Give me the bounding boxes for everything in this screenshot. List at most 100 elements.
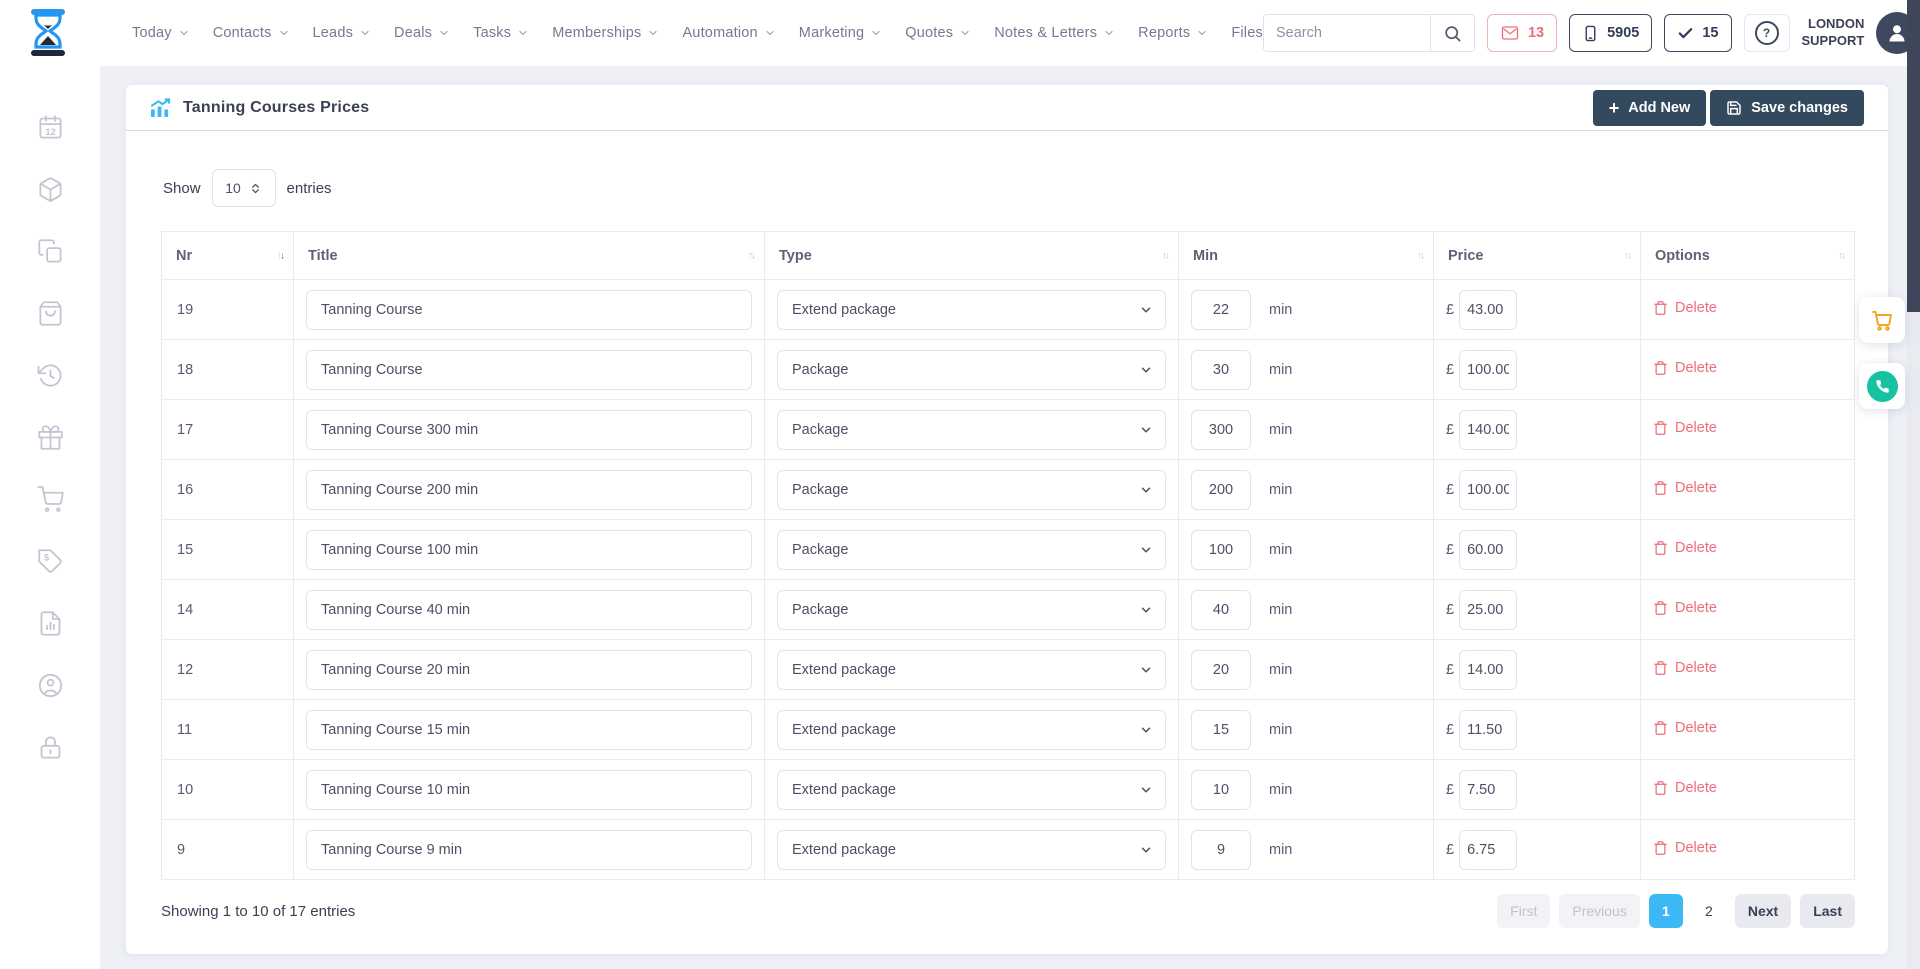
copy-icon[interactable]	[37, 238, 64, 265]
lock-icon[interactable]	[37, 734, 64, 761]
price-input[interactable]	[1459, 770, 1517, 810]
nav-item-notes-letters[interactable]: Notes & Letters	[994, 25, 1115, 41]
add-new-button[interactable]: + Add New	[1593, 90, 1707, 126]
price-input[interactable]	[1459, 650, 1517, 690]
badge-check-button[interactable]: 15	[1664, 14, 1731, 52]
type-select[interactable]: Package	[777, 350, 1166, 390]
delete-button[interactable]: Delete	[1653, 840, 1717, 856]
column-header-type[interactable]: Type↑↓	[765, 232, 1179, 280]
history-icon[interactable]	[37, 362, 64, 389]
min-input[interactable]	[1191, 770, 1251, 810]
nav-item-deals[interactable]: Deals	[394, 25, 450, 41]
price-input[interactable]	[1459, 530, 1517, 570]
table-row: 14 Package min £ Delete	[162, 580, 1855, 640]
floating-cart-button[interactable]	[1859, 297, 1905, 343]
title-input[interactable]	[306, 710, 752, 750]
bag-icon[interactable]	[37, 300, 64, 327]
type-select[interactable]: Package	[777, 530, 1166, 570]
type-select[interactable]: Extend package	[777, 710, 1166, 750]
floating-phone-button[interactable]	[1859, 363, 1905, 409]
scrollbar-thumb[interactable]	[1907, 0, 1920, 312]
cart-icon[interactable]	[37, 486, 64, 513]
type-select[interactable]: Package	[777, 470, 1166, 510]
nav-item-contacts[interactable]: Contacts	[213, 25, 290, 41]
price-tag-icon[interactable]: $	[37, 548, 64, 575]
title-input[interactable]	[306, 770, 752, 810]
column-header-nr[interactable]: Nr↑↓	[162, 232, 294, 280]
page-size-select[interactable]: 10	[212, 169, 276, 207]
nav-item-tasks[interactable]: Tasks	[473, 25, 529, 41]
pagination-page-2[interactable]: 2	[1692, 894, 1726, 928]
type-select[interactable]: Extend package	[777, 650, 1166, 690]
min-input[interactable]	[1191, 290, 1251, 330]
min-input[interactable]	[1191, 470, 1251, 510]
type-select[interactable]: Extend package	[777, 770, 1166, 810]
report-icon[interactable]	[37, 610, 64, 637]
nav-item-today[interactable]: Today	[132, 25, 190, 41]
delete-button[interactable]: Delete	[1653, 300, 1717, 316]
account-icon[interactable]	[37, 672, 64, 699]
delete-button[interactable]: Delete	[1653, 420, 1717, 436]
title-input[interactable]	[306, 290, 752, 330]
delete-button[interactable]: Delete	[1653, 600, 1717, 616]
price-input[interactable]	[1459, 470, 1517, 510]
column-header-price[interactable]: Price↑↓	[1434, 232, 1641, 280]
title-input[interactable]	[306, 410, 752, 450]
save-changes-button[interactable]: Save changes	[1710, 90, 1864, 126]
nav-item-leads[interactable]: Leads	[313, 25, 372, 41]
min-input[interactable]	[1191, 590, 1251, 630]
title-input[interactable]	[306, 830, 752, 870]
price-input[interactable]	[1459, 290, 1517, 330]
column-header-min[interactable]: Min↑↓	[1179, 232, 1434, 280]
type-select[interactable]: Extend package	[777, 830, 1166, 870]
price-input[interactable]	[1459, 350, 1517, 390]
delete-button[interactable]: Delete	[1653, 480, 1717, 496]
column-header-title[interactable]: Title↑↓	[294, 232, 765, 280]
type-select[interactable]: Package	[777, 410, 1166, 450]
min-input[interactable]	[1191, 830, 1251, 870]
nav-item-quotes[interactable]: Quotes	[905, 25, 971, 41]
svg-text:12: 12	[45, 127, 56, 138]
nav-item-marketing[interactable]: Marketing	[799, 25, 882, 41]
type-select[interactable]: Package	[777, 590, 1166, 630]
price-input[interactable]	[1459, 710, 1517, 750]
delete-button[interactable]: Delete	[1653, 540, 1717, 556]
price-input[interactable]	[1459, 410, 1517, 450]
badge-phone-button[interactable]: 5905	[1569, 14, 1652, 52]
nav-item-automation[interactable]: Automation	[682, 25, 775, 41]
delete-button[interactable]: Delete	[1653, 660, 1717, 676]
column-header-options[interactable]: Options↑↓	[1641, 232, 1855, 280]
price-input[interactable]	[1459, 590, 1517, 630]
search-button[interactable]	[1430, 15, 1474, 51]
title-input[interactable]	[306, 530, 752, 570]
title-input[interactable]	[306, 470, 752, 510]
price-input[interactable]	[1459, 830, 1517, 870]
title-input[interactable]	[306, 590, 752, 630]
min-input[interactable]	[1191, 530, 1251, 570]
delete-button[interactable]: Delete	[1653, 360, 1717, 376]
nav-item-memberships[interactable]: Memberships	[552, 25, 659, 41]
help-button[interactable]: ?	[1744, 14, 1790, 52]
badge-envelope-button[interactable]: 13	[1487, 14, 1557, 52]
type-select[interactable]: Extend package	[777, 290, 1166, 330]
min-input[interactable]	[1191, 710, 1251, 750]
cube-icon[interactable]	[37, 176, 64, 203]
min-input[interactable]	[1191, 350, 1251, 390]
gift-icon[interactable]	[37, 424, 64, 451]
title-input[interactable]	[306, 650, 752, 690]
nav-item-reports[interactable]: Reports	[1138, 25, 1208, 41]
min-input[interactable]	[1191, 410, 1251, 450]
calendar-12-icon[interactable]: 12	[37, 114, 64, 141]
pagination-next[interactable]: Next	[1735, 894, 1791, 928]
sort-icon: ↑↓	[748, 250, 754, 261]
pagination-page-1[interactable]: 1	[1649, 894, 1683, 928]
search-input[interactable]	[1264, 15, 1430, 51]
nav-item-files[interactable]: Files	[1231, 25, 1263, 41]
min-input[interactable]	[1191, 650, 1251, 690]
delete-button[interactable]: Delete	[1653, 720, 1717, 736]
pagination-last[interactable]: Last	[1800, 894, 1855, 928]
chevron-down-icon	[1196, 27, 1208, 39]
title-input[interactable]	[306, 350, 752, 390]
app-logo-hourglass-icon[interactable]	[26, 8, 70, 58]
delete-button[interactable]: Delete	[1653, 780, 1717, 796]
